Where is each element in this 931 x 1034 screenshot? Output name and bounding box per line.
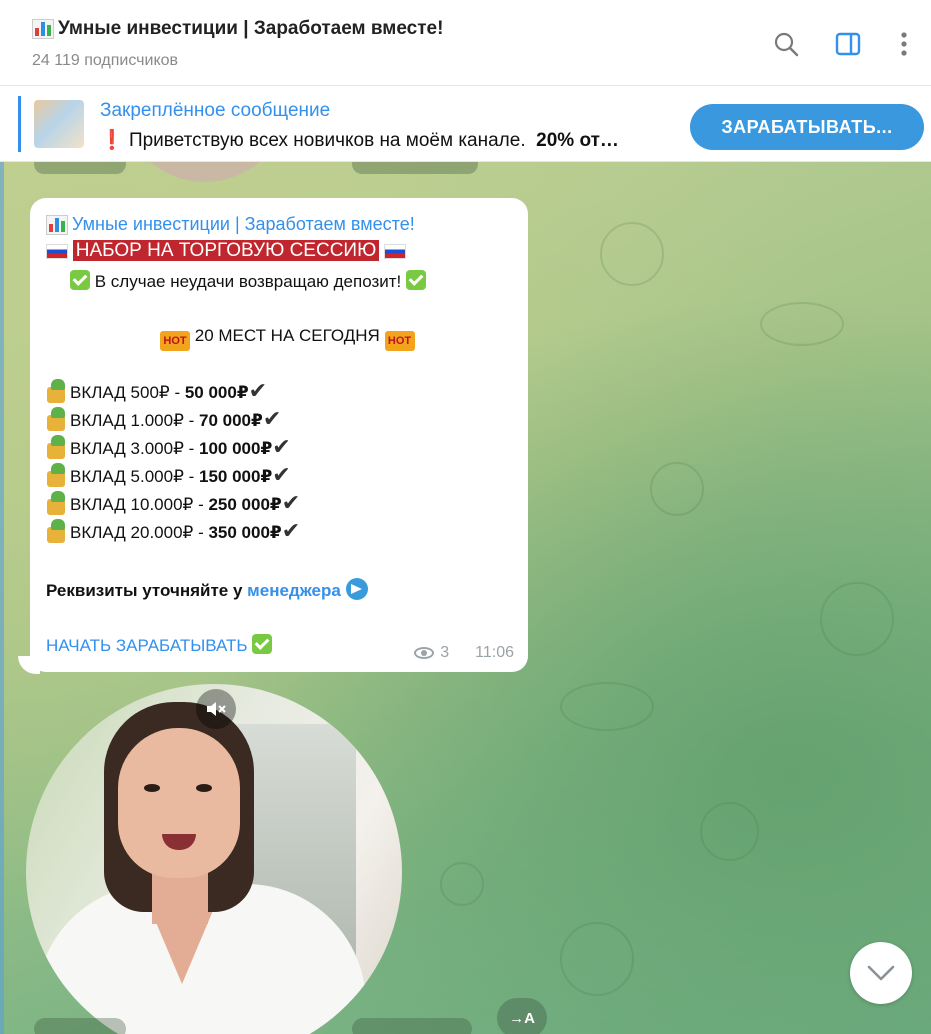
headline-text: НАБОР НА ТОРГОВУЮ СЕССИЮ bbox=[72, 240, 380, 261]
chart-emoji-icon bbox=[46, 214, 68, 235]
pinned-message-bar[interactable]: Закреплённое сообщение ❗ Приветствую все… bbox=[0, 86, 931, 162]
view-count: 3 bbox=[440, 644, 450, 661]
offer-payout: 50 000₽ bbox=[184, 383, 249, 402]
chart-emoji-icon bbox=[32, 19, 54, 39]
earn-button[interactable]: ЗАРАБАТЫВАТЬ... bbox=[690, 104, 924, 150]
russia-flag-icon bbox=[384, 244, 406, 260]
video-person-eye bbox=[196, 784, 212, 792]
chat-area[interactable]: Умные инвестиции | Заработаем вместе! НА… bbox=[0, 162, 931, 1034]
offer-deposit: ВКЛАД 5.000₽ - bbox=[70, 467, 200, 486]
post-sender-name: Умные инвестиции | Заработаем вместе! bbox=[72, 214, 415, 234]
check-mark-icon bbox=[406, 270, 426, 290]
channel-title[interactable]: Умные инвестиции | Заработаем вместе! bbox=[32, 18, 443, 40]
offer-item: ВКЛАД 3.000₽ - 100 000₽✔ bbox=[44, 434, 291, 461]
more-vertical-icon[interactable] bbox=[890, 30, 918, 58]
exclamation-icon: ❗ bbox=[100, 130, 124, 151]
headline-line: НАБОР НА ТОРГОВУЮ СЕССИЮ bbox=[46, 240, 406, 262]
details-line: Реквизиты уточняйте у менеджера bbox=[46, 578, 368, 601]
mute-icon[interactable] bbox=[196, 689, 236, 729]
channel-post-bubble[interactable]: Умные инвестиции | Заработаем вместе! НА… bbox=[30, 198, 528, 672]
pinned-text-prefix: Приветствую всех новичков на моём канале… bbox=[128, 130, 526, 151]
pinned-title: Закреплённое сообщение bbox=[100, 100, 331, 121]
video-duration-chip bbox=[34, 1018, 126, 1034]
places-line: HOT 20 МЕСТ НА СЕГОДНЯ HOT bbox=[160, 326, 415, 351]
pinned-text: ❗ Приветствую всех новичков на моём кана… bbox=[100, 128, 619, 152]
check-icon: ✔ bbox=[281, 490, 301, 515]
chevron-down-icon bbox=[867, 965, 895, 981]
check-mark-icon bbox=[70, 270, 90, 290]
video-meta-chip bbox=[352, 1018, 472, 1034]
money-bag-icon bbox=[44, 407, 70, 433]
background-doodle bbox=[760, 302, 844, 346]
post-time: 11:06 bbox=[475, 644, 514, 661]
check-mark-icon bbox=[252, 634, 273, 654]
check-icon: ✔ bbox=[262, 406, 282, 431]
start-earning-link[interactable]: НАЧАТЬ ЗАРАБАТЫВАТЬ bbox=[46, 636, 248, 655]
russia-flag-icon bbox=[46, 244, 68, 260]
pinned-text-bold: 20% от… bbox=[536, 130, 619, 151]
channel-title-text: Умные инвестиции | Заработаем вместе! bbox=[58, 18, 444, 39]
offer-deposit: ВКЛАД 3.000₽ - bbox=[70, 439, 200, 458]
money-bag-icon bbox=[44, 491, 70, 517]
post-meta: 3 11:06 bbox=[414, 644, 514, 662]
previous-video-meta-chip bbox=[352, 162, 478, 174]
video-person-face bbox=[118, 728, 240, 878]
background-doodle bbox=[440, 862, 484, 906]
scroll-to-bottom-button[interactable] bbox=[850, 942, 912, 1004]
offer-deposit: ВКЛАД 10.000₽ - bbox=[70, 495, 209, 514]
eye-icon bbox=[414, 647, 435, 659]
offer-item: ВКЛАД 20.000₽ - 350 000₽✔ bbox=[44, 518, 300, 545]
offer-item: ВКЛАД 10.000₽ - 250 000₽✔ bbox=[44, 490, 300, 517]
offer-payout: 70 000₽ bbox=[199, 411, 263, 430]
hot-icon: HOT bbox=[384, 331, 415, 351]
search-icon[interactable] bbox=[772, 30, 800, 58]
previous-video-duration-chip bbox=[34, 162, 126, 174]
offer-deposit: ВКЛАД 500₽ - bbox=[70, 383, 185, 402]
money-bag-icon bbox=[44, 519, 70, 545]
left-edge-strip bbox=[0, 162, 4, 1034]
background-doodle bbox=[820, 582, 894, 656]
check-icon: ✔ bbox=[281, 518, 301, 543]
money-bag-icon bbox=[44, 463, 70, 489]
background-doodle bbox=[700, 802, 759, 861]
check-icon: ✔ bbox=[248, 378, 268, 403]
money-bag-icon bbox=[44, 379, 70, 405]
offer-payout: 350 000₽ bbox=[208, 523, 282, 542]
sidebar-toggle-icon[interactable] bbox=[834, 30, 862, 58]
check-icon: ✔ bbox=[272, 434, 291, 459]
guarantee-line: В случае неудачи возвращаю депозит! bbox=[70, 270, 426, 292]
manager-link[interactable]: менеджера bbox=[247, 581, 341, 600]
offer-payout: 100 000₽ bbox=[199, 439, 273, 458]
video-person-eye bbox=[144, 784, 160, 792]
offer-deposit: ВКЛАД 1.000₽ - bbox=[70, 411, 200, 430]
offer-deposit: ВКЛАД 20.000₽ - bbox=[70, 523, 209, 542]
video-message-circle[interactable] bbox=[26, 684, 402, 1034]
cta-line: НАЧАТЬ ЗАРАБАТЫВАТЬ bbox=[46, 634, 273, 656]
hot-icon: HOT bbox=[160, 331, 190, 351]
telegram-icon bbox=[345, 578, 368, 600]
places-text: 20 МЕСТ НА СЕГОДНЯ bbox=[194, 326, 380, 345]
offer-item: ВКЛАД 1.000₽ - 70 000₽✔ bbox=[44, 406, 281, 433]
post-sender[interactable]: Умные инвестиции | Заработаем вместе! bbox=[46, 214, 415, 235]
details-text: Реквизиты уточняйте у bbox=[46, 581, 248, 600]
offer-item: ВКЛАД 5.000₽ - 150 000₽✔ bbox=[44, 462, 291, 489]
background-doodle bbox=[560, 922, 634, 996]
check-icon: ✔ bbox=[272, 462, 291, 487]
pinned-thumbnail bbox=[34, 100, 84, 148]
guarantee-text: В случае неудачи возвращаю депозит! bbox=[94, 272, 402, 291]
background-doodle bbox=[650, 462, 704, 516]
background-doodle bbox=[600, 222, 664, 286]
money-bag-icon bbox=[44, 435, 70, 461]
previous-video-circle[interactable] bbox=[120, 162, 290, 182]
offer-payout: 150 000₽ bbox=[199, 467, 273, 486]
chat-header: Умные инвестиции | Заработаем вместе! 24… bbox=[0, 0, 931, 86]
pinned-indicator bbox=[18, 96, 21, 152]
subscriber-count: 24 119 подписчиков bbox=[32, 52, 179, 69]
share-button[interactable]: →A bbox=[497, 998, 547, 1034]
background-doodle bbox=[560, 682, 654, 731]
offer-item: ВКЛАД 500₽ - 50 000₽✔ bbox=[44, 378, 267, 405]
offer-payout: 250 000₽ bbox=[208, 495, 282, 514]
